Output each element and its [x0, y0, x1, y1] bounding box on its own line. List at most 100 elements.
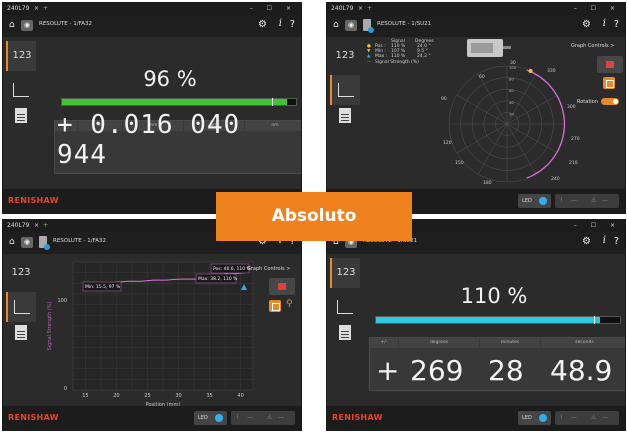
- rotation-label: Rotation: [577, 99, 598, 105]
- graph-controls: Graph Controls >: [571, 43, 621, 49]
- window-tab[interactable]: 240L79: [331, 3, 353, 15]
- gear-icon[interactable]: ⚙: [582, 236, 591, 247]
- new-tab-button[interactable]: +: [367, 3, 372, 15]
- signal-percent: 96 %: [143, 67, 197, 91]
- sidebar-item-report[interactable]: [6, 318, 36, 348]
- camera-icon[interactable]: ◉: [21, 237, 33, 248]
- error-icon: !: [560, 197, 563, 204]
- camera-icon[interactable]: ◉: [345, 20, 357, 31]
- document-icon: [339, 108, 351, 123]
- new-tab-button[interactable]: +: [43, 220, 48, 232]
- panel-readout-linear: 240L79 × + – ☐ × ⌂ ◉ RESOLUTE - 1/FA32 ⚙…: [2, 2, 302, 214]
- x-tick-label: 25: [144, 393, 150, 399]
- chart-icon: [338, 83, 354, 97]
- window-controls[interactable]: – ☐ ×: [574, 220, 621, 232]
- record-button[interactable]: [597, 56, 623, 73]
- sidebar-item-report[interactable]: [6, 101, 36, 131]
- footer: RENISHAW LED ! — ⚠ —: [327, 406, 625, 430]
- footer: RENISHAW LED ! — ⚠ —: [3, 406, 301, 430]
- rotation-toggle[interactable]: [601, 98, 619, 105]
- status-indicator: ! — ⚠ —: [555, 411, 619, 425]
- sidebar-item-report[interactable]: [330, 318, 360, 348]
- home-icon[interactable]: ⌂: [9, 20, 15, 30]
- window-tab[interactable]: 240L79: [7, 220, 29, 232]
- stop-button[interactable]: [269, 300, 281, 312]
- document-icon: [339, 325, 351, 340]
- help-icon[interactable]: ?: [614, 19, 619, 30]
- readout-box: +/- m mm µm nm + 0.016 040 944: [54, 110, 301, 174]
- sidebar-item-readout[interactable]: 123: [330, 258, 360, 288]
- led-button[interactable]: LED: [194, 411, 227, 425]
- sidebar-item-report[interactable]: [330, 101, 360, 131]
- legend-max-label: Max :: [375, 54, 388, 59]
- polar-radius-label: 100: [509, 65, 517, 70]
- chart-icon: [13, 83, 29, 97]
- led-label: LED: [522, 198, 532, 204]
- graph-controls-toggle[interactable]: Graph Controls >: [247, 266, 290, 272]
- y-tick-100: 100: [57, 298, 67, 304]
- home-icon[interactable]: ⌂: [333, 20, 339, 30]
- chart-icon: [14, 300, 30, 314]
- x-tick-label: 35: [206, 393, 212, 399]
- help-icon[interactable]: ?: [290, 19, 295, 30]
- polar-angle-label: 150: [455, 160, 464, 166]
- new-tab-button[interactable]: +: [43, 3, 48, 15]
- help-icon[interactable]: ?: [614, 236, 619, 247]
- page-title: RESOLUTE - 1/FA32: [53, 238, 107, 244]
- polar-angle-label: 330: [547, 68, 556, 74]
- annotation-min: Min: 15.5, 97 %: [85, 284, 121, 290]
- polar-radius-label: 20: [509, 111, 514, 116]
- info-icon[interactable]: i: [603, 235, 606, 246]
- renishaw-logo: RENISHAW: [8, 196, 59, 205]
- polar-spoke: [506, 94, 558, 125]
- x-tick-label: 20: [113, 393, 119, 399]
- document-icon: [15, 108, 27, 123]
- tab-close-icon[interactable]: ×: [34, 3, 39, 15]
- settings-person-icon[interactable]: ⚲: [286, 299, 293, 309]
- x-tick-label: 15: [82, 393, 88, 399]
- y-tick-0: 0: [64, 386, 67, 392]
- sidebar-item-readout[interactable]: 123: [6, 41, 36, 71]
- warning-icon: ⚠: [591, 197, 597, 204]
- gear-icon[interactable]: ⚙: [582, 19, 591, 30]
- home-icon[interactable]: ⌂: [9, 237, 15, 247]
- record-button[interactable]: [269, 278, 295, 295]
- signal-bar-fill: [376, 317, 601, 323]
- tab-close-icon[interactable]: ×: [34, 220, 39, 232]
- graph-controls: Graph Controls >: [247, 266, 297, 272]
- sidebar-item-readout[interactable]: 123: [330, 41, 360, 71]
- legend-max-signal: 110 %: [391, 54, 406, 59]
- window-controls[interactable]: – ☐ ×: [250, 3, 297, 15]
- encoder-image: [467, 39, 511, 57]
- graph-controls-toggle[interactable]: Graph Controls >: [571, 43, 614, 49]
- header-sign: +/-: [370, 338, 398, 348]
- document-icon: [15, 325, 27, 340]
- annotation-pos: Pos: 40.6, 110 %: [213, 266, 251, 272]
- info-icon[interactable]: i: [279, 18, 282, 29]
- window-titlebar: 240L79 × + – ☐ ×: [327, 3, 625, 15]
- stop-button[interactable]: [603, 77, 615, 89]
- led-label: LED: [522, 415, 532, 421]
- gear-icon[interactable]: ⚙: [258, 19, 267, 30]
- led-label: LED: [198, 415, 208, 421]
- tab-close-icon[interactable]: ×: [358, 3, 363, 15]
- page-title: RESOLUTE - 1/FA32: [39, 21, 93, 27]
- panel-readout-rotary: 240L79 × + – ☐ × ⌂ ◉ RESOLUTE - 1/SU21 ⚙…: [326, 219, 626, 431]
- annotation-max: Max: 38.2, 110 %: [198, 276, 238, 282]
- info-icon[interactable]: i: [603, 18, 606, 29]
- sidebar-item-readout[interactable]: 123: [6, 258, 36, 288]
- polar-spoke: [506, 123, 558, 154]
- window-controls[interactable]: – ☐ ×: [574, 3, 621, 15]
- led-indicator: [539, 414, 547, 422]
- led-button[interactable]: LED: [518, 194, 551, 208]
- legend-line-swatch: —: [367, 60, 372, 65]
- camera-icon[interactable]: ◉: [21, 20, 33, 31]
- led-button[interactable]: LED: [518, 411, 551, 425]
- polar-radius-label: 40: [509, 100, 514, 105]
- readout-icon: 123: [336, 267, 356, 278]
- position-value: + 0.016 040 944: [57, 110, 241, 170]
- sign-value: +: [376, 354, 400, 387]
- window-tab[interactable]: 240L79: [7, 3, 29, 15]
- polar-angle-label: 300: [567, 104, 576, 110]
- polar-position-marker: [528, 69, 533, 74]
